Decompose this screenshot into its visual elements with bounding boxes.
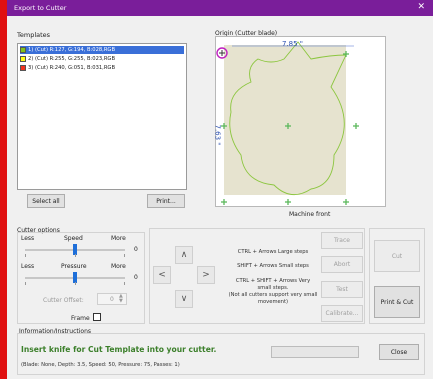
export-to-cutter-dialog: Export to Cutter ✕ Templates 1) (Cut) R:… <box>7 0 433 379</box>
info-message: Insert knife for Cut Template into your … <box>21 345 217 354</box>
speed-label: Speed <box>64 235 83 242</box>
title-bar: Export to Cutter ✕ <box>7 0 433 16</box>
speed-value: 0 <box>134 246 138 253</box>
cut-button[interactable]: Cut <box>374 240 420 272</box>
left-edge-strip <box>0 0 7 379</box>
color-swatch <box>20 65 26 71</box>
slider-tick <box>124 254 125 257</box>
slider-tick <box>25 254 26 257</box>
spinner-arrows-icon[interactable]: ▲ ▼ <box>119 294 123 304</box>
frame-checkbox[interactable] <box>93 313 101 321</box>
pressure-more-label: More <box>111 263 126 270</box>
move-right-button[interactable]: > <box>197 266 215 284</box>
arrow-down-icon: ∨ <box>180 294 188 304</box>
calibrate-button[interactable]: Calibrate... <box>321 305 363 322</box>
hint-very-small-steps-d: movement) <box>257 299 289 305</box>
slider-tick <box>75 282 76 285</box>
abort-button[interactable]: Abort <box>321 256 363 273</box>
info-details: (Blade: None, Depth: 3.5, Speed: 50, Pre… <box>21 362 180 368</box>
template-item-2[interactable]: 2) (Cut) R:255, G:255, B:023,RGB <box>20 55 115 63</box>
width-label: 7.85 " <box>282 40 304 48</box>
template-item-label: 3) (Cut) R:240, G:051, B:031,RGB <box>28 65 116 71</box>
arrow-up-icon: ∧ <box>180 250 188 260</box>
speed-less-label: Less <box>21 235 35 242</box>
material-area <box>224 45 346 195</box>
height-label: 7.63 " <box>213 124 222 146</box>
move-down-button[interactable]: ∨ <box>175 290 193 308</box>
cut-preview-svg <box>216 41 359 205</box>
slider-tick <box>25 282 26 285</box>
machine-front-label: Machine front <box>289 211 331 218</box>
template-item-1[interactable]: 1) (Cut) R:127, G:194, B:028,RGB <box>20 46 184 54</box>
frame-label: Frame <box>71 315 90 322</box>
color-swatch <box>20 56 26 62</box>
move-up-button[interactable]: ∧ <box>175 246 193 264</box>
cutter-offset-spinner[interactable]: 0 ▲ ▼ <box>97 293 127 305</box>
slider-tick <box>124 282 125 285</box>
hint-very-small-steps-b: small steps. <box>257 285 289 291</box>
cutter-offset-label: Cutter Offset: <box>43 297 84 304</box>
template-item-label: 2) (Cut) R:255, G:255, B:023,RGB <box>28 56 116 62</box>
window-title: Export to Cutter <box>14 4 67 12</box>
cut-preview-canvas[interactable]: 7.85 " 7.63 " <box>213 36 386 207</box>
template-item-label: 1) (Cut) R:127, G:194, B:028,RGB <box>28 47 116 53</box>
templates-list[interactable]: 1) (Cut) R:127, G:194, B:028,RGB 2) (Cut… <box>17 43 187 190</box>
cutter-offset-value: 0 <box>110 296 114 303</box>
close-icon[interactable]: ✕ <box>417 2 425 12</box>
arrow-left-icon: < <box>158 270 166 280</box>
print-button[interactable]: Print... <box>147 194 185 208</box>
speed-more-label: More <box>111 235 126 242</box>
move-left-button[interactable]: < <box>153 266 171 284</box>
select-all-button[interactable]: Select all <box>27 194 65 208</box>
hint-large-steps: CTRL + Arrows Large steps <box>237 249 309 255</box>
close-button[interactable]: Close <box>379 344 419 360</box>
print-and-cut-button[interactable]: Print & Cut <box>374 286 420 318</box>
hint-very-small-steps-a: CTRL + SHIFT + Arrows Very <box>235 278 311 284</box>
progress-bar <box>271 346 359 358</box>
slider-tick <box>75 254 76 257</box>
hint-small-steps: SHIFT + Arrows Small steps <box>237 263 309 269</box>
template-item-3[interactable]: 3) (Cut) R:240, G:051, B:031,RGB <box>20 64 115 72</box>
arrow-right-icon: > <box>202 270 210 280</box>
info-group <box>17 333 425 375</box>
test-button[interactable]: Test <box>321 281 363 298</box>
pressure-label: Pressure <box>61 263 87 270</box>
trace-button[interactable]: Trace <box>321 232 363 249</box>
pressure-less-label: Less <box>21 263 35 270</box>
templates-label: Templates <box>17 31 51 39</box>
color-swatch <box>20 47 26 53</box>
hint-very-small-steps-c: (Not all cutters support very small <box>228 292 318 298</box>
pressure-value: 0 <box>134 274 138 281</box>
